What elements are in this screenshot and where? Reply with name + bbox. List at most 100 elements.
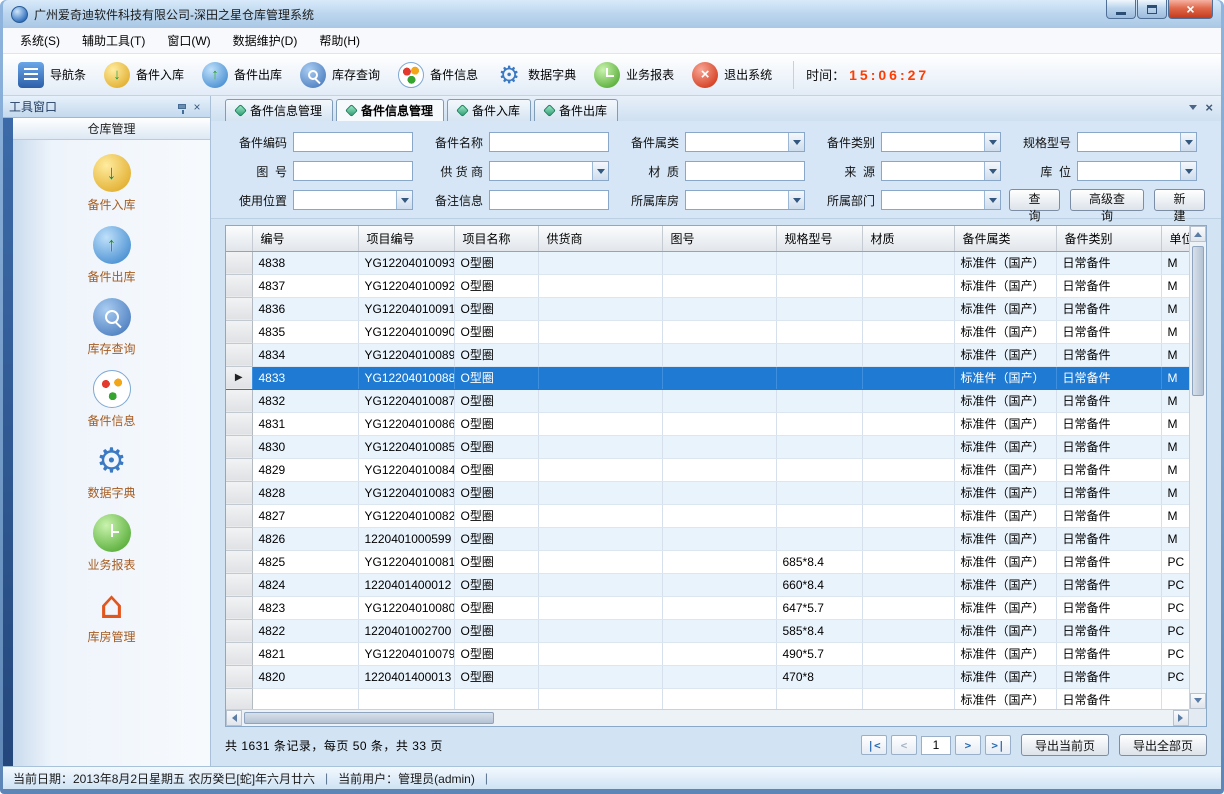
horizontal-scrollbar[interactable] bbox=[226, 709, 1189, 726]
row-selector-cell[interactable] bbox=[226, 550, 252, 573]
column-header-1[interactable]: 编号 bbox=[252, 226, 358, 251]
table-row[interactable]: 48261220401000599O型圈标准件（国产）日常备件M bbox=[226, 527, 1189, 550]
scroll-right-button[interactable] bbox=[1173, 710, 1189, 726]
search-select[interactable] bbox=[685, 132, 805, 152]
table-row[interactable]: 48201220401400013O型圈470*8标准件（国产）日常备件PC bbox=[226, 665, 1189, 688]
pin-icon[interactable] bbox=[178, 104, 186, 109]
select-dropdown-button[interactable] bbox=[984, 191, 1000, 209]
first-page-button[interactable]: |< bbox=[861, 735, 887, 755]
column-header-7[interactable]: 材质 bbox=[862, 226, 954, 251]
table-row[interactable]: 标准件（国产）日常备件 bbox=[226, 688, 1189, 709]
new-button[interactable]: 新建 bbox=[1154, 189, 1205, 211]
table-row[interactable]: 48221220401002700O型圈585*8.4标准件（国产）日常备件PC bbox=[226, 619, 1189, 642]
column-header-9[interactable]: 备件类别 bbox=[1056, 226, 1161, 251]
table-row[interactable]: 4827YG12204010082O型圈标准件（国产）日常备件M bbox=[226, 504, 1189, 527]
row-selector-cell[interactable] bbox=[226, 504, 252, 527]
row-selector-cell[interactable] bbox=[226, 665, 252, 688]
toolbar-button-data-dictionary[interactable]: ⚙ 数据字典 bbox=[487, 58, 585, 92]
panel-close-icon[interactable]: × bbox=[190, 100, 204, 114]
select-dropdown-button[interactable] bbox=[1180, 162, 1196, 180]
sidebar-item-inventory-query[interactable]: 库存查询 bbox=[52, 298, 172, 357]
row-selector-cell[interactable] bbox=[226, 527, 252, 550]
search-select[interactable] bbox=[1077, 132, 1197, 152]
select-dropdown-button[interactable] bbox=[396, 191, 412, 209]
row-selector-cell[interactable] bbox=[226, 435, 252, 458]
table-row[interactable]: 4829YG12204010084O型圈标准件（国产）日常备件M bbox=[226, 458, 1189, 481]
table-row[interactable]: 4836YG12204010091O型圈标准件（国产）日常备件M bbox=[226, 297, 1189, 320]
row-selector-cell[interactable] bbox=[226, 343, 252, 366]
table-row[interactable]: 48241220401400012O型圈660*8.4标准件（国产）日常备件PC bbox=[226, 573, 1189, 596]
tab-3[interactable]: 备件出库 bbox=[534, 99, 618, 121]
menu-item[interactable]: 系统(S) bbox=[9, 27, 71, 54]
table-row[interactable]: 4837YG12204010092O型圈标准件（国产）日常备件M bbox=[226, 274, 1189, 297]
query-button[interactable]: 查询 bbox=[1009, 189, 1060, 211]
close-button[interactable]: × bbox=[1168, 0, 1213, 19]
row-selector-cell[interactable] bbox=[226, 642, 252, 665]
select-dropdown-button[interactable] bbox=[788, 133, 804, 151]
table-row[interactable]: 4825YG12204010081O型圈685*8.4标准件（国产）日常备件PC bbox=[226, 550, 1189, 573]
search-input[interactable] bbox=[293, 132, 413, 152]
search-input[interactable] bbox=[293, 161, 413, 181]
toolbar-button-parts-out[interactable]: ↑ 备件出库 bbox=[193, 58, 291, 92]
search-select[interactable] bbox=[489, 161, 609, 181]
row-selector-cell[interactable] bbox=[226, 320, 252, 343]
column-header-5[interactable]: 图号 bbox=[662, 226, 776, 251]
select-dropdown-button[interactable] bbox=[788, 191, 804, 209]
toolbar-button-inventory-query[interactable]: 库存查询 bbox=[291, 58, 389, 92]
row-selector-cell[interactable] bbox=[226, 458, 252, 481]
table-row[interactable]: 4831YG12204010086O型圈标准件（国产）日常备件M bbox=[226, 412, 1189, 435]
search-input[interactable] bbox=[489, 190, 609, 210]
search-select[interactable] bbox=[1077, 161, 1197, 181]
toolbar-button-parts-info[interactable]: 备件信息 bbox=[389, 58, 487, 92]
sidebar-collapsed-strip[interactable] bbox=[3, 118, 13, 766]
table-row[interactable]: 4835YG12204010090O型圈标准件（国产）日常备件M bbox=[226, 320, 1189, 343]
vertical-scrollbar[interactable] bbox=[1189, 226, 1206, 709]
prev-page-button[interactable]: < bbox=[891, 735, 917, 755]
row-selector-cell[interactable] bbox=[226, 619, 252, 642]
select-dropdown-button[interactable] bbox=[984, 162, 1000, 180]
select-dropdown-button[interactable] bbox=[1180, 133, 1196, 151]
sidebar-item-business-report[interactable]: 业务报表 bbox=[52, 514, 172, 573]
search-input[interactable] bbox=[489, 132, 609, 152]
tab-close-icon[interactable]: × bbox=[1205, 101, 1213, 114]
column-header-6[interactable]: 规格型号 bbox=[776, 226, 862, 251]
menu-item[interactable]: 数据维护(D) bbox=[222, 27, 309, 54]
column-header-4[interactable]: 供货商 bbox=[538, 226, 662, 251]
menu-item[interactable]: 辅助工具(T) bbox=[71, 27, 156, 54]
select-dropdown-button[interactable] bbox=[592, 162, 608, 180]
advanced-query-button[interactable]: 高级查询 bbox=[1070, 189, 1144, 211]
minimize-button[interactable] bbox=[1106, 0, 1136, 19]
table-row[interactable]: 4830YG12204010085O型圈标准件（国产）日常备件M bbox=[226, 435, 1189, 458]
next-page-button[interactable]: > bbox=[955, 735, 981, 755]
tab-1[interactable]: 备件信息管理 bbox=[336, 99, 444, 121]
search-select[interactable] bbox=[293, 190, 413, 210]
sidebar-item-parts-out[interactable]: ↑ 备件出库 bbox=[52, 226, 172, 285]
row-selector-cell[interactable] bbox=[226, 251, 252, 274]
maximize-button[interactable] bbox=[1137, 0, 1167, 19]
toolbar-button-exit[interactable]: × 退出系统 bbox=[683, 58, 781, 92]
scroll-up-button[interactable] bbox=[1190, 226, 1206, 242]
row-selector-cell[interactable] bbox=[226, 481, 252, 504]
table-row[interactable]: ▶4833YG12204010088O型圈标准件（国产）日常备件M bbox=[226, 366, 1189, 389]
toolbar-button-business-report[interactable]: 业务报表 bbox=[585, 58, 683, 92]
vertical-scroll-thumb[interactable] bbox=[1192, 246, 1204, 396]
toolbar-button-parts-in[interactable]: ↓ 备件入库 bbox=[95, 58, 193, 92]
tab-list-chevron-icon[interactable] bbox=[1189, 105, 1197, 114]
column-header-2[interactable]: 项目编号 bbox=[358, 226, 454, 251]
row-selector-cell[interactable] bbox=[226, 297, 252, 320]
table-row[interactable]: 4821YG12204010079O型圈490*5.7标准件（国产）日常备件PC bbox=[226, 642, 1189, 665]
column-header-0[interactable] bbox=[226, 226, 252, 251]
search-input[interactable] bbox=[685, 161, 805, 181]
search-select[interactable] bbox=[881, 190, 1001, 210]
search-select[interactable] bbox=[881, 161, 1001, 181]
table-row[interactable]: 4834YG12204010089O型圈标准件（国产）日常备件M bbox=[226, 343, 1189, 366]
scroll-left-button[interactable] bbox=[226, 710, 242, 726]
column-header-8[interactable]: 备件属类 bbox=[954, 226, 1056, 251]
sidebar-item-parts-in[interactable]: ↓ 备件入库 bbox=[52, 154, 172, 213]
last-page-button[interactable]: >| bbox=[985, 735, 1011, 755]
row-selector-cell[interactable] bbox=[226, 596, 252, 619]
tab-0[interactable]: 备件信息管理 bbox=[225, 99, 333, 121]
search-select[interactable] bbox=[685, 190, 805, 210]
table-row[interactable]: 4823YG12204010080O型圈647*5.7标准件（国产）日常备件PC bbox=[226, 596, 1189, 619]
sidebar-item-data-dictionary[interactable]: ⚙ 数据字典 bbox=[52, 442, 172, 501]
